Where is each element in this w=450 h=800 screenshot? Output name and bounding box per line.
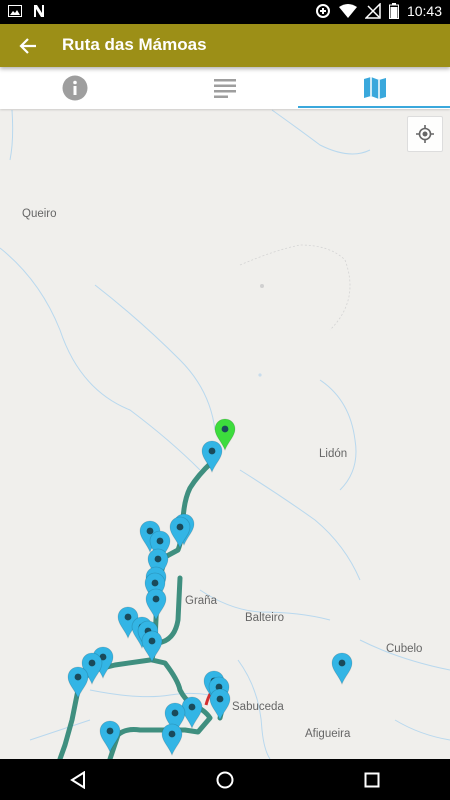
place-label-afigueira: Afigueira [305, 728, 351, 740]
wifi-icon [338, 4, 357, 18]
poi-marker[interactable] [331, 652, 353, 686]
river-line [29, 719, 91, 741]
arrow-back-icon [19, 38, 36, 54]
tab-list[interactable] [150, 67, 300, 109]
place-label-cubelo: Cubelo [386, 643, 423, 655]
river-line [394, 719, 450, 741]
river-line [9, 109, 14, 161]
river-line [319, 379, 357, 491]
place-label-sabuceda: Sabuceda [232, 701, 284, 713]
place-label-balteiro: Balteiro [245, 612, 284, 624]
status-bar: 10:43 [0, 0, 450, 24]
image-notification-icon [8, 5, 22, 17]
system-nav-bar [0, 759, 450, 800]
poi-marker[interactable] [145, 588, 167, 622]
place-label-queiro: Queiro [22, 208, 57, 220]
map-icon [364, 77, 386, 99]
poi-marker[interactable] [67, 666, 89, 700]
n-notification-icon [34, 5, 44, 17]
nav-recents-button[interactable] [352, 765, 392, 795]
poi-marker[interactable] [99, 720, 121, 754]
info-icon [62, 75, 88, 101]
map-dot [260, 284, 264, 288]
boundary-line [239, 244, 351, 331]
nav-home-button[interactable] [205, 765, 245, 795]
tab-bar [0, 67, 450, 109]
app-bar: Ruta das Mámoas [0, 24, 450, 67]
home-circle-icon [216, 771, 234, 789]
nav-back-button[interactable] [58, 765, 98, 795]
back-button[interactable] [12, 32, 44, 60]
place-label-grana: Graña [185, 595, 217, 607]
status-time: 10:43 [406, 3, 442, 19]
list-icon [214, 79, 236, 98]
recents-square-icon [364, 772, 380, 788]
river-line [239, 469, 361, 581]
tab-indicator [298, 106, 450, 108]
my-location-icon [416, 125, 434, 143]
map-canvas [0, 109, 450, 759]
page-title: Ruta das Mámoas [62, 35, 207, 54]
map-view[interactable]: Queiro Lidón Graña Balteiro Cubelo Sabuc… [0, 109, 450, 759]
my-location-button[interactable] [407, 116, 443, 152]
river-line [0, 247, 201, 471]
river-line [271, 109, 371, 155]
poi-marker[interactable] [169, 516, 191, 550]
tab-info[interactable] [0, 67, 150, 109]
poi-marker[interactable] [209, 688, 231, 722]
battery-icon [388, 3, 399, 19]
poi-marker[interactable] [161, 723, 183, 757]
place-label-lidon: Lidón [319, 448, 348, 460]
back-triangle-icon [70, 771, 85, 789]
data-saver-icon [315, 4, 330, 18]
river-line [94, 284, 216, 431]
no-signal-icon [364, 3, 381, 19]
poi-marker[interactable] [141, 630, 163, 664]
map-dot [258, 373, 262, 377]
tab-map[interactable] [300, 67, 450, 109]
